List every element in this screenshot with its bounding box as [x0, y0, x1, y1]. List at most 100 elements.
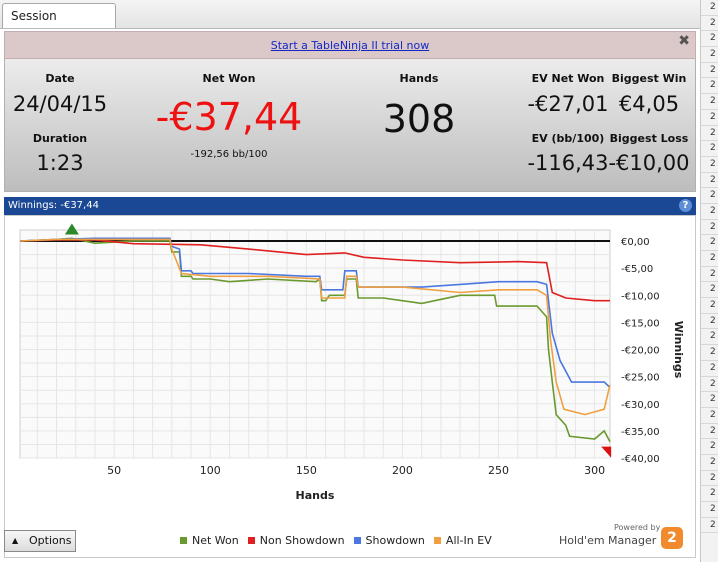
net-won-label: Net Won	[202, 72, 256, 85]
right-list-row[interactable]: 2	[701, 63, 718, 79]
x-tick-label: 100	[200, 464, 221, 477]
right-list-row[interactable]: 2	[701, 439, 718, 455]
net-won-bb-per-100: -192,56 bb/100	[190, 149, 268, 160]
right-list-row[interactable]: 2	[701, 282, 718, 299]
legend-swatch	[247, 537, 255, 544]
right-list-row[interactable]: 2	[701, 502, 718, 518]
right-list-row[interactable]: 2	[701, 424, 718, 440]
winnings-title-text: Winnings: -€37,44	[8, 200, 99, 211]
right-side-list: 2222222222222222222222222222222222	[700, 0, 718, 562]
right-list-row[interactable]: 2	[701, 31, 718, 48]
right-list-row[interactable]: 2	[701, 110, 718, 126]
biggest-loss-label: Biggest Loss	[609, 132, 689, 145]
triangle-up-icon: ▲	[12, 536, 19, 545]
tab-session-summary[interactable]: Session Summary	[2, 3, 116, 47]
x-axis-title: Hands	[296, 489, 335, 502]
right-list-row[interactable]: 2	[701, 377, 718, 393]
ev-bb-label: EV (bb/100)	[531, 132, 605, 145]
powered-by-text: Powered by	[614, 523, 661, 532]
biggest-win-label: Biggest Win	[611, 72, 687, 85]
x-tick-label: 200	[392, 464, 413, 477]
y-tick-label: -€30,00	[621, 400, 660, 411]
right-list-row[interactable]: 2	[701, 220, 718, 236]
duration-value: 1:23	[36, 151, 84, 175]
right-list-row[interactable]: 2	[701, 157, 718, 173]
legend-swatch	[433, 537, 441, 544]
right-list-row[interactable]: 2	[701, 314, 718, 330]
right-list-row[interactable]: 2	[701, 141, 718, 157]
legend-swatch	[353, 537, 361, 544]
legend-label: Non Showdown	[259, 534, 345, 547]
right-list-row[interactable]: 2	[701, 47, 718, 63]
plot-background	[19, 229, 611, 459]
y-tick-label: -€15,00	[621, 318, 660, 329]
right-list-row[interactable]: 2	[701, 361, 718, 377]
right-list-row[interactable]: 2	[701, 0, 718, 16]
right-list-row[interactable]: 2	[701, 408, 718, 424]
biggest-loss-value: -€10,00	[608, 151, 690, 175]
y-tick-label: -€35,00	[621, 427, 660, 438]
winnings-chart-area: €0,00 -€5,00 -€10,00 -€15,00 -€20,00 -€25,00 -…	[4, 215, 696, 558]
legend-swatch	[180, 537, 187, 544]
y-tick-label: -€40,00	[621, 454, 660, 465]
ev-net-won-label: EV Net Won	[531, 72, 605, 85]
promo-banner: Start a TableNinja II trial now ✖	[4, 31, 696, 59]
duration-label: Duration	[32, 132, 88, 145]
date-label: Date	[45, 72, 75, 85]
right-list-row[interactable]: 2	[701, 16, 718, 32]
y-tick-label: -€25,00	[621, 373, 660, 384]
right-list-row[interactable]: 2	[701, 188, 718, 204]
y-tick-label: -€20,00	[621, 346, 660, 357]
legend-item[interactable]: Net Won	[180, 534, 239, 547]
legend-label: All-In EV	[445, 534, 492, 547]
right-list-row[interactable]: 2	[701, 518, 718, 534]
legend-item[interactable]: All-In EV	[433, 534, 492, 547]
session-stats-panel: Date 24/04/15 Duration 1:23 Net Won -€37…	[4, 59, 696, 192]
options-label: Options	[29, 534, 72, 547]
winnings-panel-title: Winnings: -€37,44 ?	[4, 197, 696, 215]
right-list-row[interactable]: 2	[701, 471, 718, 487]
hands-label: Hands	[399, 72, 439, 85]
chart-legend: Net Won Non Showdown Showdown All-In EV	[180, 534, 501, 547]
options-button[interactable]: ▲ Options	[4, 530, 76, 552]
right-list-row[interactable]: 2	[701, 126, 718, 142]
legend-item[interactable]: Non Showdown	[247, 534, 345, 547]
y-tick-label: -€5,00	[621, 264, 653, 275]
legend-label: Showdown	[365, 534, 425, 547]
right-list-row[interactable]: 2	[701, 173, 718, 189]
right-list-row[interactable]: 2	[701, 329, 718, 346]
right-list-row[interactable]: 2	[701, 486, 718, 502]
right-list-row[interactable]: 2	[701, 251, 718, 267]
hm2-logo-icon: 2	[661, 527, 683, 549]
right-list-row[interactable]: 2	[701, 78, 718, 95]
right-list-row[interactable]: 2	[701, 94, 718, 110]
legend-item[interactable]: Showdown	[353, 534, 425, 547]
right-list-row[interactable]: 2	[701, 235, 718, 251]
tab-strip: Session Summary	[0, 0, 718, 47]
biggest-win-marker	[64, 223, 79, 235]
brand-name: Hold'em Manager	[559, 534, 657, 547]
y-tick-label: -€10,00	[621, 291, 660, 302]
right-list-row[interactable]: 2	[701, 204, 718, 220]
x-tick-label: 150	[296, 464, 317, 477]
right-list-row[interactable]: 2	[701, 267, 718, 283]
right-list-row[interactable]: 2	[701, 455, 718, 471]
help-icon[interactable]: ?	[679, 199, 692, 212]
winnings-chart: €0,00 -€5,00 -€10,00 -€15,00 -€20,00 -€25,00 -…	[19, 223, 685, 502]
holdem-manager-branding: Powered by Hold'em Manager 2	[556, 523, 686, 553]
right-list-row[interactable]: 2	[701, 392, 718, 408]
hands-value: 308	[382, 97, 456, 141]
legend-label: Net Won	[192, 534, 239, 547]
date-value: 24/04/15	[12, 92, 108, 116]
biggest-win-value: €4,05	[618, 92, 680, 116]
ev-net-won-value: -€27,01	[527, 92, 609, 116]
right-list-row[interactable]: 2	[701, 298, 718, 314]
y-tick-label: €0,00	[621, 237, 650, 248]
x-tick-label: 50	[107, 464, 121, 477]
x-tick-label: 300	[584, 464, 605, 477]
ev-bb-value: -116,43	[527, 151, 609, 175]
right-list-row[interactable]: 2	[701, 345, 718, 361]
close-icon[interactable]: ✖	[678, 33, 690, 49]
x-tick-label: 250	[488, 464, 509, 477]
tableninja-trial-link[interactable]: Start a TableNinja II trial now	[5, 39, 695, 52]
